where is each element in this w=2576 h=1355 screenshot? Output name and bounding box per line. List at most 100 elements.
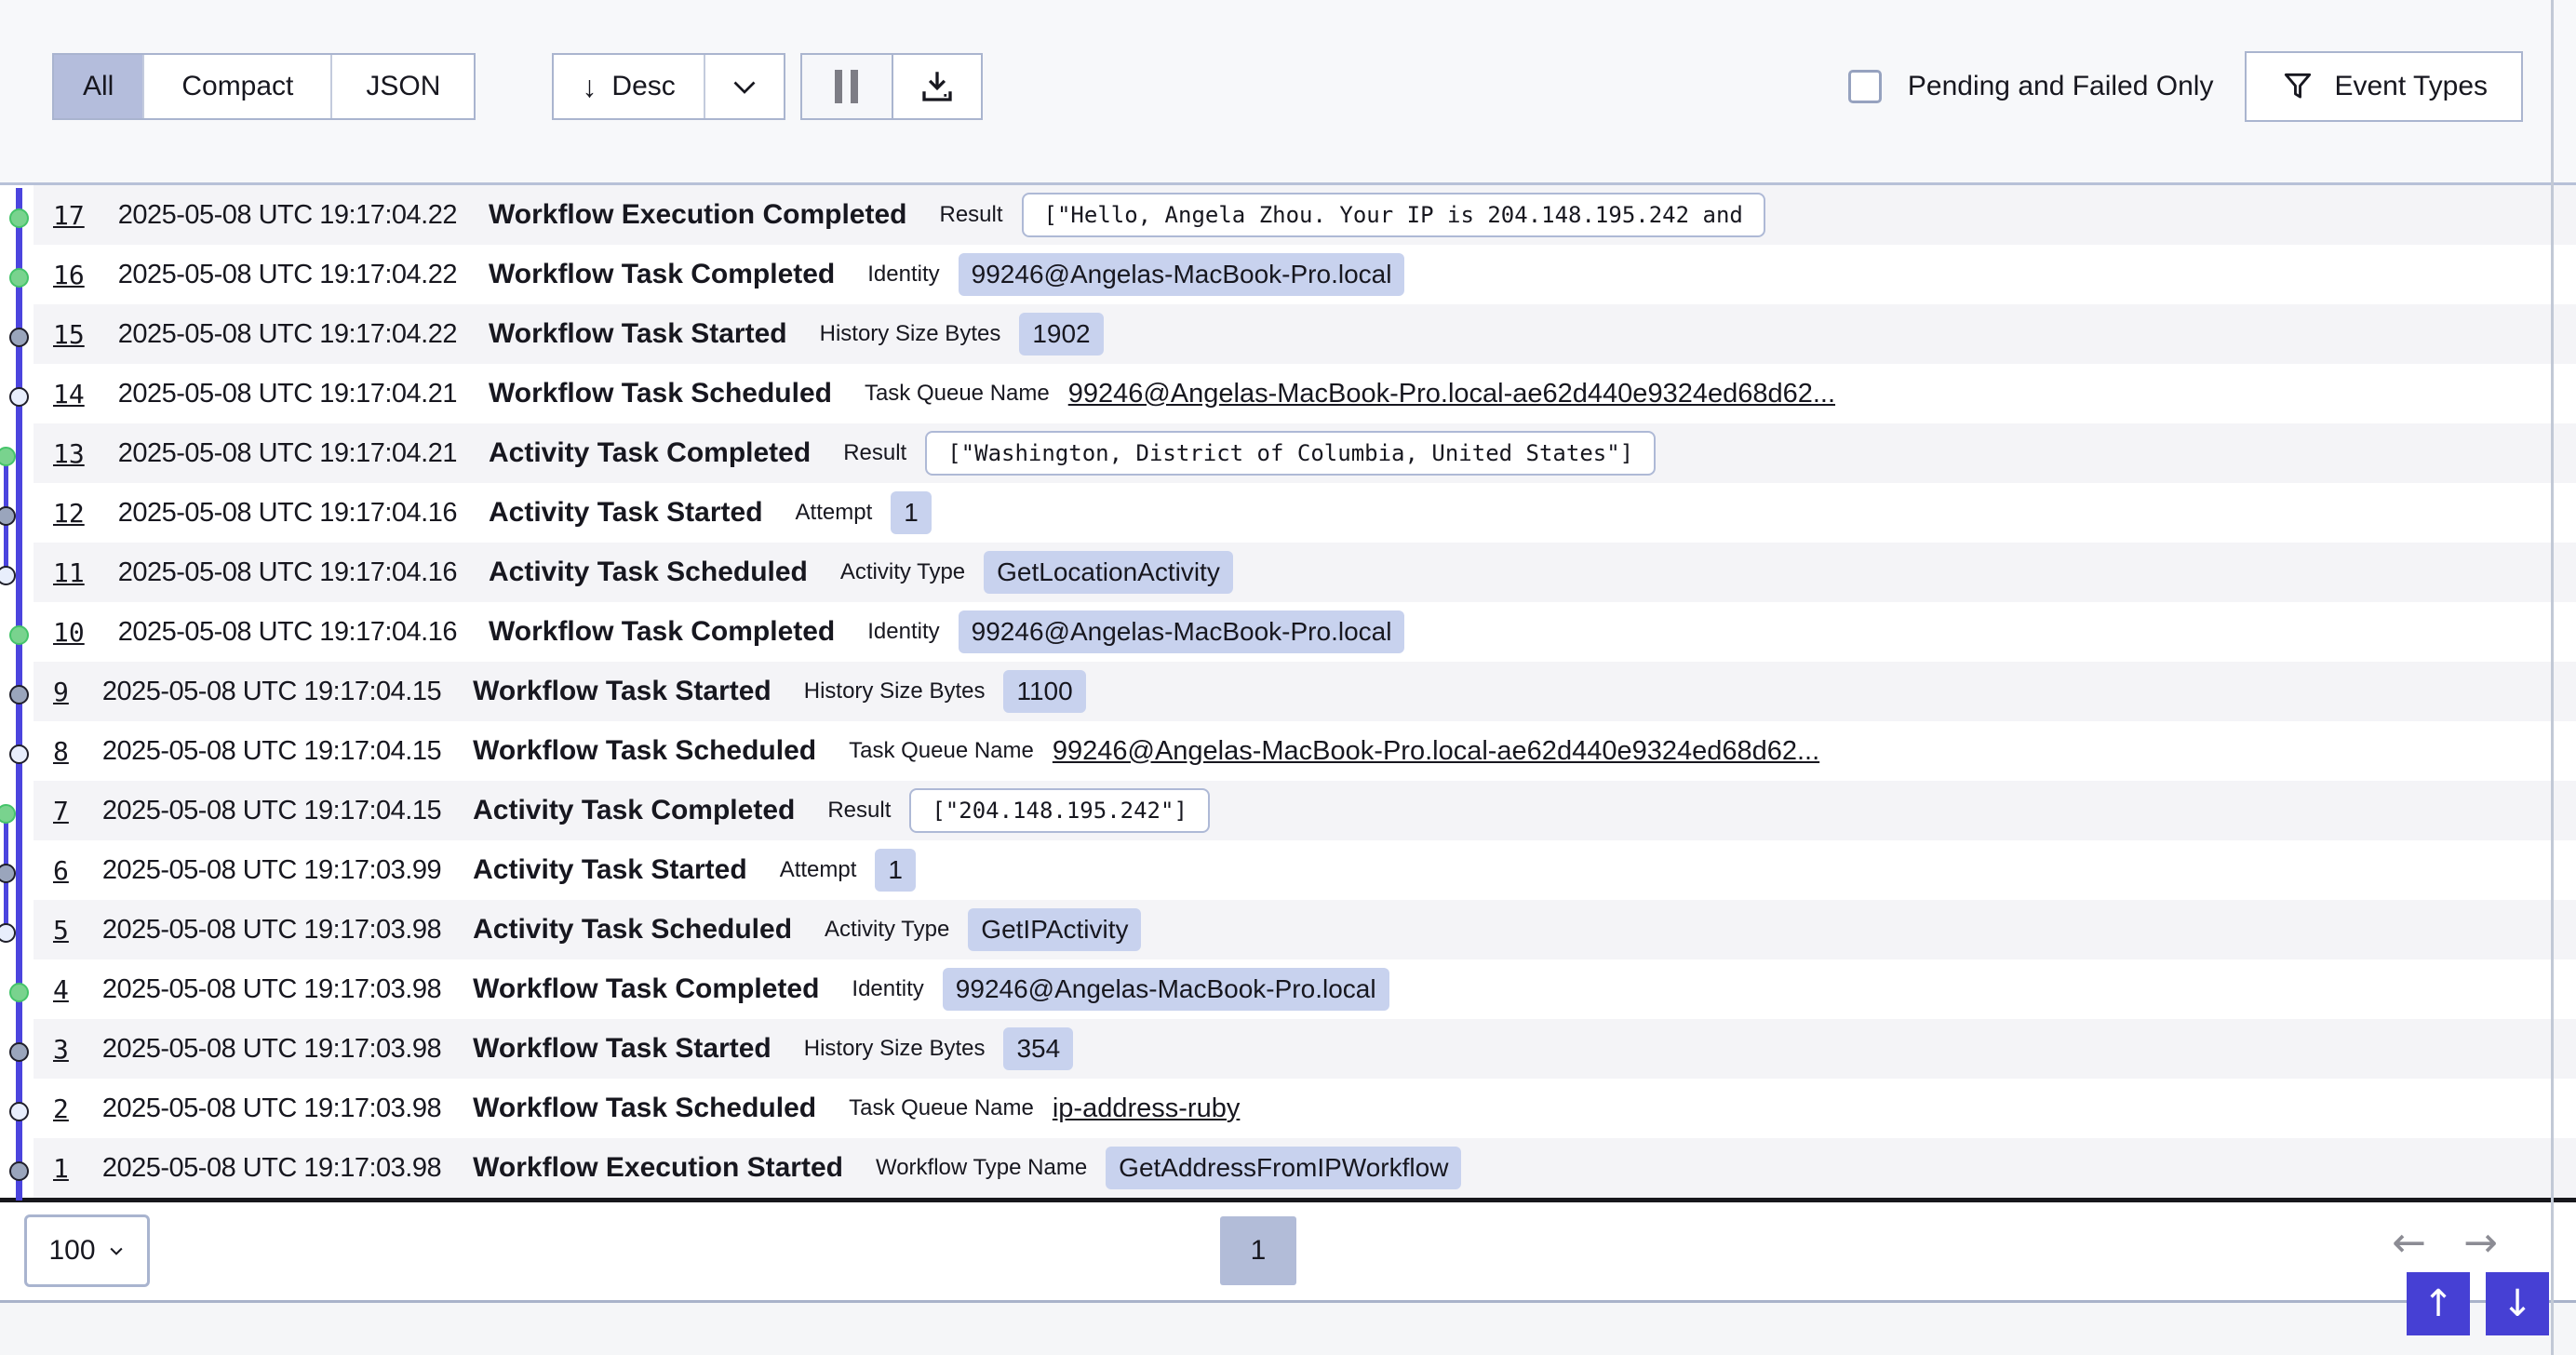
view-mode-tabs: All Compact JSON — [52, 53, 476, 120]
event-status-icon — [0, 506, 16, 526]
event-name: Workflow Task Started — [489, 318, 787, 350]
tab-json[interactable]: JSON — [332, 55, 474, 118]
pause-icon — [835, 70, 858, 103]
event-timestamp: 2025-05-08 UTC 19:17:04.22 — [118, 319, 457, 350]
event-rows: 172025-05-08 UTC 19:17:04.22Workflow Exe… — [34, 185, 2576, 1198]
event-status-icon — [9, 625, 29, 645]
event-timestamp: 2025-05-08 UTC 19:17:03.98 — [102, 974, 441, 1005]
event-row: 142025-05-08 UTC 19:17:04.21Workflow Tas… — [34, 364, 2576, 423]
event-detail-badge-value: 1902 — [1019, 313, 1103, 356]
event-id-link[interactable]: 14 — [53, 379, 85, 409]
event-id-link[interactable]: 15 — [53, 319, 85, 350]
event-row: 82025-05-08 UTC 19:17:04.15Workflow Task… — [34, 721, 2576, 781]
event-detail-code-value: ["Washington, District of Columbia, Unit… — [925, 431, 1656, 476]
event-detail-link-value[interactable]: ip-address-ruby — [1053, 1093, 1240, 1124]
event-detail-label: Result — [939, 202, 1002, 228]
event-detail-badge-value: 1 — [891, 491, 932, 534]
event-name: Activity Task Started — [489, 497, 763, 529]
event-name: Activity Task Scheduled — [473, 914, 792, 946]
sort-desc-button[interactable]: ↓ Desc — [554, 55, 703, 118]
event-detail-badge-value: 1100 — [1003, 670, 1085, 713]
chevron-down-icon — [728, 70, 761, 103]
event-timestamp: 2025-05-08 UTC 19:17:04.16 — [118, 617, 457, 648]
footer-band — [0, 1303, 2576, 1355]
event-status-icon — [0, 447, 16, 466]
event-timestamp: 2025-05-08 UTC 19:17:04.16 — [118, 498, 457, 529]
event-detail-link-value[interactable]: 99246@Angelas-MacBook-Pro.local-ae62d440… — [1053, 736, 1819, 767]
event-detail-code-value: ["Hello, Angela Zhou. Your IP is 204.148… — [1022, 193, 1765, 237]
event-row: 12 2025-05-08 UTC 19:17:04.16 Activity Tas… — [34, 483, 2576, 543]
event-status-icon — [9, 685, 29, 704]
event-id-link[interactable]: 1 — [53, 1153, 69, 1184]
event-id-link[interactable]: 6 — [53, 855, 69, 886]
event-id-link[interactable]: 5 — [53, 915, 69, 946]
event-detail-badge-value: 1 — [875, 849, 916, 892]
header-band: All Compact JSON ↓ Desc — [0, 0, 2576, 182]
event-name: Workflow Task Scheduled — [473, 1093, 816, 1124]
event-row: 62025-05-08 UTC 19:17:03.99Activity Task… — [34, 840, 2576, 900]
scroll-to-top-button[interactable]: ↑ — [2407, 1272, 2470, 1335]
event-detail-badge-value: GetIPActivity — [968, 908, 1141, 951]
event-id-link[interactable]: 16 — [53, 260, 85, 290]
event-name: Workflow Execution Started — [473, 1152, 843, 1184]
tab-all[interactable]: All — [54, 55, 144, 118]
event-name: Workflow Task Completed — [489, 616, 835, 648]
event-detail-label: Task Queue Name — [865, 381, 1050, 407]
event-row: 92025-05-08 UTC 19:17:04.15Workflow Task… — [34, 662, 2576, 721]
download-icon — [918, 67, 957, 106]
event-status-icon — [9, 1102, 29, 1121]
arrow-down-icon: ↓ — [582, 72, 597, 101]
event-id-link[interactable]: 2 — [53, 1093, 69, 1124]
download-button[interactable] — [892, 55, 981, 118]
event-id-link[interactable]: 4 — [53, 974, 69, 1005]
event-name: Activity Task Completed — [473, 795, 795, 826]
page-size-select[interactable]: 100 — [24, 1214, 150, 1287]
event-status-icon — [9, 1042, 29, 1062]
event-timestamp: 2025-05-08 UTC 19:17:03.98 — [102, 1093, 441, 1124]
event-timestamp: 2025-05-08 UTC 19:17:04.16 — [118, 557, 457, 588]
event-id-link[interactable]: 17 — [53, 200, 85, 231]
toolbar: All Compact JSON ↓ Desc — [52, 53, 2523, 120]
event-id-link[interactable]: 12 — [53, 498, 85, 529]
event-id-link[interactable]: 9 — [53, 677, 69, 707]
event-status-icon — [0, 923, 16, 943]
tab-compact[interactable]: Compact — [144, 55, 332, 118]
event-row: 32025-05-08 UTC 19:17:03.98Workflow Task… — [34, 1019, 2576, 1079]
event-timestamp: 2025-05-08 UTC 19:17:03.98 — [102, 915, 441, 946]
next-page-button[interactable]: → — [2463, 1223, 2498, 1264]
prev-page-button[interactable]: ← — [2392, 1223, 2426, 1264]
event-types-button[interactable]: Event Types — [2245, 51, 2523, 122]
event-name: Workflow Task Started — [473, 1033, 771, 1065]
event-detail-label: Result — [827, 798, 891, 824]
sort-control: ↓ Desc — [552, 53, 785, 120]
event-row: 42025-05-08 UTC 19:17:03.98Workflow Task… — [34, 959, 2576, 1019]
pending-failed-label: Pending and Failed Only — [1908, 71, 2214, 102]
event-detail-label: History Size Bytes — [804, 678, 986, 704]
event-id-link[interactable]: 3 — [53, 1034, 69, 1065]
event-id-link[interactable]: 8 — [53, 736, 69, 767]
event-timestamp: 2025-05-08 UTC 19:17:03.99 — [102, 855, 441, 886]
sort-options-button[interactable] — [704, 55, 784, 118]
event-detail-badge-value: GetAddressFromIPWorkflow — [1106, 1147, 1461, 1189]
event-detail-link-value[interactable]: 99246@Angelas-MacBook-Pro.local-ae62d440… — [1068, 379, 1835, 409]
pending-failed-checkbox[interactable] — [1848, 70, 1882, 103]
event-status-icon — [9, 983, 29, 1002]
event-status-icon — [9, 1161, 29, 1181]
pause-button[interactable] — [802, 55, 892, 118]
event-name: Workflow Task Scheduled — [489, 378, 832, 409]
event-detail-badge-value: 99246@Angelas-MacBook-Pro.local — [959, 610, 1405, 653]
event-id-link[interactable]: 11 — [53, 557, 85, 588]
chevron-down-icon — [107, 1241, 126, 1260]
event-timestamp: 2025-05-08 UTC 19:17:04.15 — [102, 736, 441, 767]
event-status-icon — [9, 387, 29, 407]
event-name: Workflow Execution Completed — [489, 199, 907, 231]
event-id-link[interactable]: 7 — [53, 796, 69, 826]
event-detail-code-value: ["204.148.195.242"] — [909, 788, 1210, 833]
event-status-icon — [9, 745, 29, 764]
event-id-link[interactable]: 13 — [53, 438, 85, 469]
scroll-to-bottom-button[interactable]: ↓ — [2486, 1272, 2549, 1335]
event-id-link[interactable]: 10 — [53, 617, 85, 648]
event-detail-badge-value: 99246@Angelas-MacBook-Pro.local — [959, 253, 1405, 296]
event-detail-badge-value: GetLocationActivity — [984, 551, 1233, 594]
current-page-button[interactable]: 1 — [1220, 1216, 1296, 1285]
